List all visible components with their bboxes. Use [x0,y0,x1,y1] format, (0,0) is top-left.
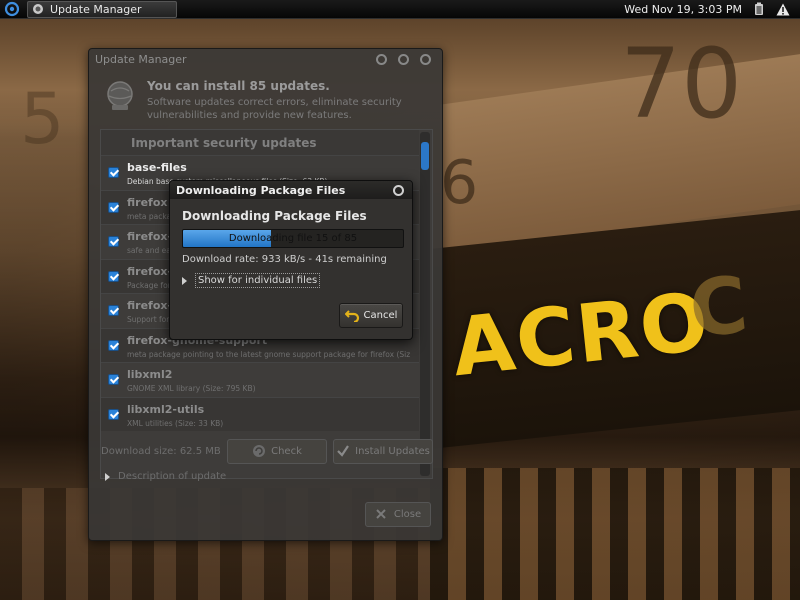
expander-arrow-icon [105,472,110,481]
warning-icon[interactable] [776,2,790,16]
cancel-label: Cancel [363,310,398,321]
wallpaper-number-small: 6 [440,148,479,218]
update-count-heading: You can install 85 updates. [147,79,330,93]
expander-label: Show for individual files [195,273,321,288]
package-row[interactable]: libxml2-utils XML utilities (Size: 33 KB) [101,396,419,431]
package-checkbox[interactable] [108,305,119,316]
package-checkbox[interactable] [108,236,119,247]
wallpaper-number: 70 [620,28,743,140]
maximize-button[interactable] [398,53,409,65]
wallpaper-keys [430,468,800,600]
package-name: libxml2-utils [127,402,205,416]
package-name: libxml2 [127,368,173,381]
package-description: XML utilities (Size: 33 KB) [127,418,224,428]
close-icon [375,508,389,522]
close-window-button[interactable] [420,53,431,65]
wallpaper-acro-tail: C [685,260,752,356]
panel-clock[interactable]: Wed Nov 19, 3:03 PM [624,3,742,16]
package-checkbox[interactable] [108,374,119,385]
package-description: meta package pointing to the latest gnom… [127,349,411,359]
scrollbar-thumb[interactable] [421,142,429,170]
dialog-close-button[interactable] [393,184,404,196]
window-title: Update Manager [95,52,187,66]
check-label: Check [271,445,302,457]
section-header: Important security updates [101,130,419,155]
update-subtext: Software updates correct errors, elimina… [147,97,402,121]
download-dialog-titlebar[interactable]: Downloading Package Files [170,181,412,199]
taskbar-update-manager[interactable]: Update Manager [27,0,177,18]
undo-arrow-icon [344,309,360,324]
update-manager-titlebar[interactable]: Update Manager [89,49,442,69]
package-checkbox[interactable] [108,408,119,420]
progress-text: Downloading file 15 of 85 [228,233,358,244]
dialog-title: Downloading Package Files [176,183,346,197]
description-label: Description of update [118,471,227,482]
update-header: You can install 85 updates. Software upd… [89,69,442,131]
expander-arrow-icon [182,276,187,285]
update-list-scrollbar[interactable] [420,132,430,476]
cancel-button[interactable]: Cancel [339,303,403,328]
description-expander[interactable]: Description of update [105,471,226,482]
install-updates-button[interactable]: Install Updates [333,438,433,464]
package-checkbox[interactable] [108,201,119,213]
download-dialog: Downloading Package Files Downloading Pa… [169,180,413,340]
taskbar-label: Update Manager [50,2,142,16]
download-progress-bar: Downloading file 15 of 85 [182,229,404,248]
top-panel: Update Manager Wed Nov 19, 3:03 PM [0,0,800,19]
install-label: Install Updates [355,445,430,457]
debian-swirl-icon[interactable] [3,0,21,18]
close-label: Close [393,509,422,520]
package-checkbox[interactable] [108,167,119,178]
individual-files-expander[interactable]: Show for individual files [182,273,400,288]
package-name: base-files [127,161,187,174]
package-checkbox[interactable] [108,339,119,351]
package-checkbox[interactable] [108,270,119,282]
download-size: Download size: 62.5 MB [101,445,221,457]
globe-icon [103,79,137,113]
refresh-icon [252,444,266,458]
package-description: GNOME XML library (Size: 795 KB) [127,384,256,393]
minimize-button[interactable] [376,53,387,65]
download-rate: Download rate: 933 kB/s - 41s remaining [182,254,387,265]
download-heading: Downloading Package Files [182,209,367,223]
wallpaper-number-left: 5 [20,78,65,160]
package-row[interactable]: libxml2 GNOME XML library (Size: 795 KB) [101,362,419,397]
close-button[interactable]: Close [365,502,431,527]
check-button[interactable]: Check [227,438,327,464]
update-footer: Download size: 62.5 MB Check Install Upd… [101,437,433,465]
update-icon [32,3,44,15]
battery-icon[interactable] [752,2,766,16]
checkmark-icon [336,444,350,458]
